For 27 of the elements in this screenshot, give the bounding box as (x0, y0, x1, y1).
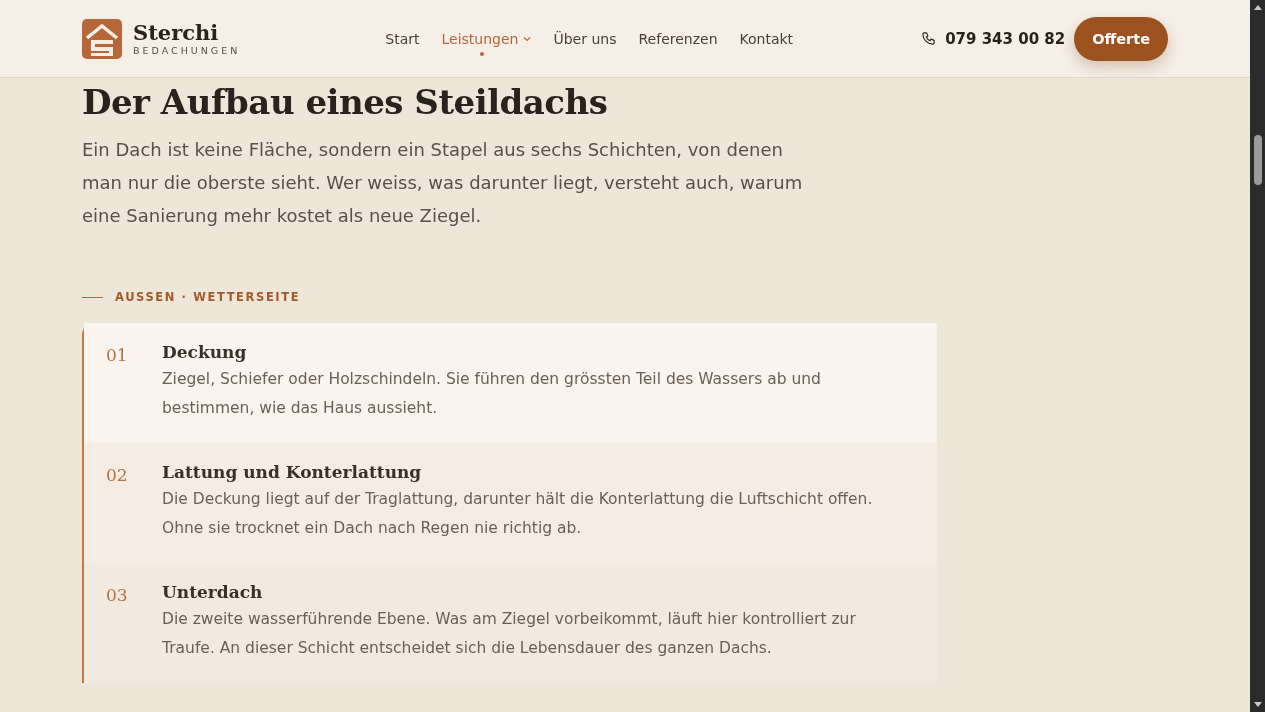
scroll-up-arrow-icon[interactable] (1252, 3, 1263, 11)
nav-link[interactable]: Referenzen (638, 21, 718, 56)
layer-title: Lattung und Konterlattung (162, 462, 423, 483)
house-logo-icon[interactable] (82, 18, 122, 59)
nav-link[interactable]: Start (385, 21, 420, 56)
nav-link[interactable]: Leistungen (441, 21, 532, 56)
brand-tagline: BEDACHUNGEN (133, 45, 241, 56)
nav-link[interactable]: Über uns (553, 21, 617, 56)
layer-description: Ziegel, Schiefer oder Holzschindeln. Sie führen den grössten Teil des Wassers ab und bestimmen, wie das Haus aussieht. (162, 369, 822, 420)
layer-number: 01 (106, 344, 129, 368)
layer-description: Die Deckung liegt auf der Traglattung, darunter hält die Konterlattung die Luftschicht offen. Ohne sie trocknet ein Dach nach Regen nie richtig ab. (162, 489, 874, 540)
layer-number: 02 (106, 464, 129, 488)
layer-number: 03 (106, 584, 129, 608)
layer-title: Unterdach (162, 582, 264, 603)
phone-link[interactable]: 079 343 00 82 (945, 29, 1066, 48)
section-heading: Der Aufbau eines Steildachs (82, 84, 609, 122)
section-label: AUSSEN · WETTERSEITE (115, 290, 301, 305)
layer-description: Die zweite wasserführende Ebene. Was am Ziegel vorbeikommt, läuft hier kontrolliert zur Traufe. An dieser Schicht entscheidet sich die Lebensdauer des ganzen Dachs. (162, 609, 857, 660)
phone-icon (921, 31, 937, 46)
scrollbar[interactable] (1250, 0, 1265, 712)
offer-button[interactable]: Offerte (1074, 16, 1168, 61)
scroll-down-arrow-icon[interactable] (1252, 701, 1263, 709)
layer-title: Deckung (162, 342, 248, 363)
nav-link[interactable]: Kontakt (739, 21, 794, 56)
scrollbar-thumb[interactable] (1253, 135, 1262, 185)
intro-paragraph: Ein Dach ist keine Fläche, sondern ein Stapel aus sechs Schichten, von denen man nur die oberste sieht. Wer weiss, was darunter liegt, versteht auch, warum eine Sanierung mehr kostet als neue Ziegel. (82, 138, 804, 229)
brand-name[interactable]: Sterchi (133, 21, 241, 43)
